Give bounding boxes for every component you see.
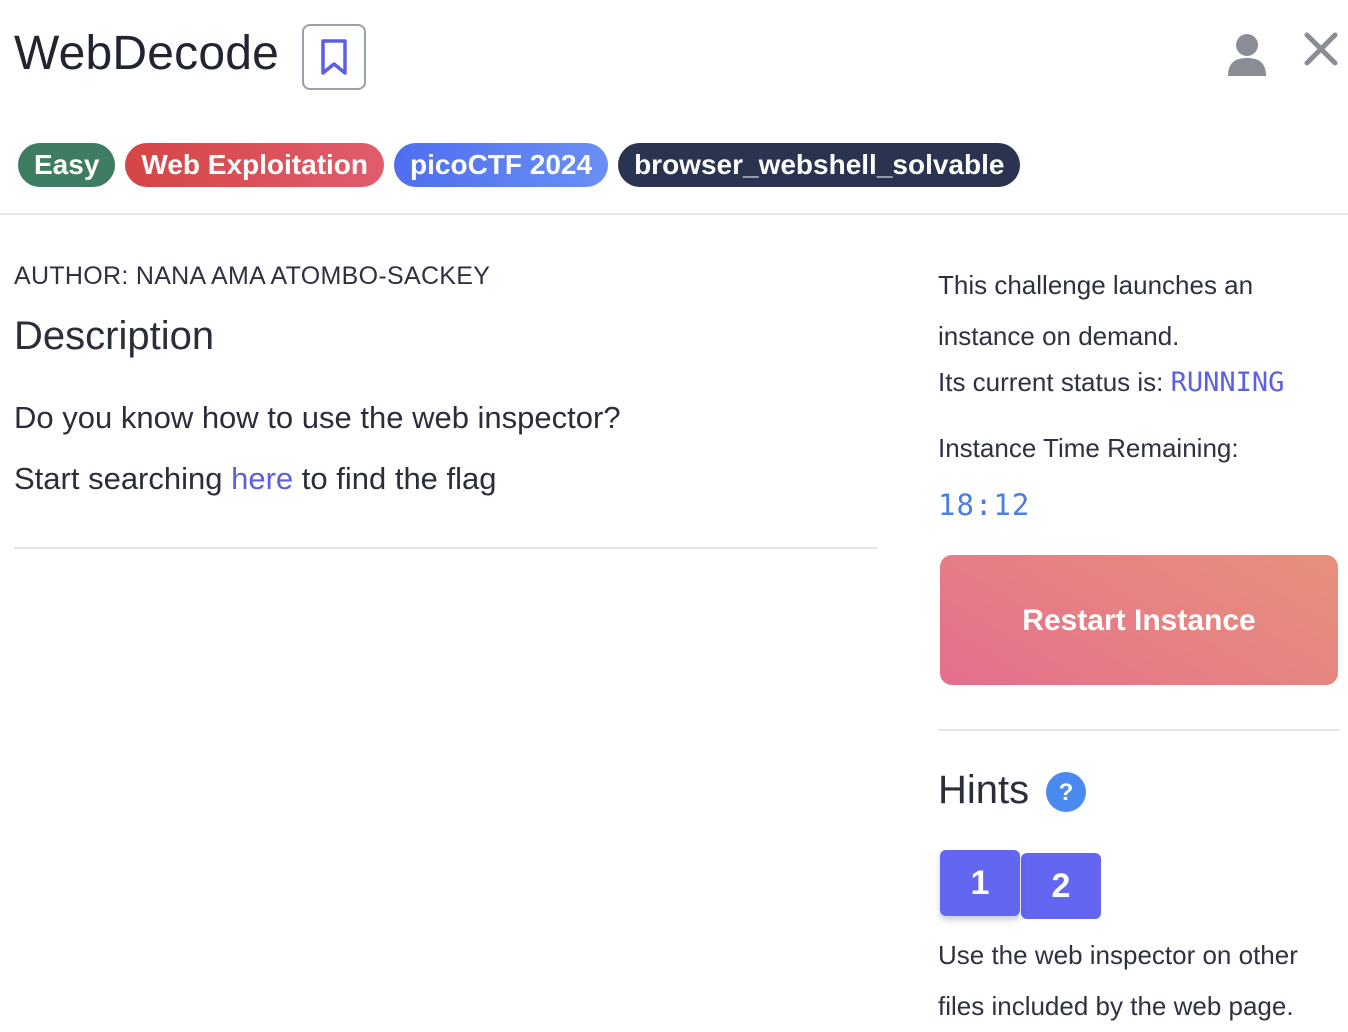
- tool-badge[interactable]: browser_webshell_solvable: [618, 143, 1021, 187]
- hint-tab-2[interactable]: 2: [1021, 853, 1101, 919]
- close-icon[interactable]: [1302, 30, 1340, 68]
- user-icon[interactable]: [1226, 32, 1268, 76]
- svg-text:?: ?: [1059, 779, 1074, 806]
- page-title: WebDecode: [14, 27, 280, 80]
- bookmark-icon: [321, 39, 347, 75]
- hints-heading: Hints: [938, 768, 1030, 812]
- status-label: Its current status is:: [938, 367, 1171, 397]
- time-remaining-value: 18:12: [938, 488, 1031, 522]
- bookmark-button[interactable]: [302, 24, 366, 90]
- question-circle-icon[interactable]: ?: [1046, 772, 1086, 812]
- header-divider: [0, 213, 1348, 215]
- description-suffix: to find the flag: [293, 461, 497, 496]
- status-value: RUNNING: [1170, 367, 1285, 398]
- description-divider: [14, 547, 878, 549]
- author-label: AUTHOR: NANA AMA ATOMBO-SACKEY: [14, 262, 491, 290]
- description-line-2: Start searching here to find the flag: [14, 461, 497, 497]
- time-remaining-label: Instance Time Remaining:: [938, 433, 1239, 463]
- difficulty-badge[interactable]: Easy: [18, 143, 116, 187]
- tag-list: Easy Web Exploitation picoCTF 2024 brows…: [18, 143, 1021, 187]
- instance-intro: This challenge launches an instance on d…: [938, 270, 1254, 351]
- hint-content: Use the web inspector on other files inc…: [938, 940, 1298, 1021]
- instance-divider: [938, 729, 1340, 731]
- event-badge[interactable]: picoCTF 2024: [394, 143, 609, 187]
- description-line-1: Do you know how to use the web inspector…: [14, 400, 621, 435]
- restart-instance-button[interactable]: Restart Instance: [940, 555, 1338, 685]
- instance-status: Its current status is: RUNNING: [938, 367, 1284, 398]
- category-badge[interactable]: Web Exploitation: [125, 143, 385, 187]
- here-link[interactable]: here: [231, 461, 293, 496]
- description-heading: Description: [14, 314, 215, 358]
- description-prefix: Start searching: [14, 461, 232, 496]
- hint-tab-1[interactable]: 1: [940, 850, 1020, 916]
